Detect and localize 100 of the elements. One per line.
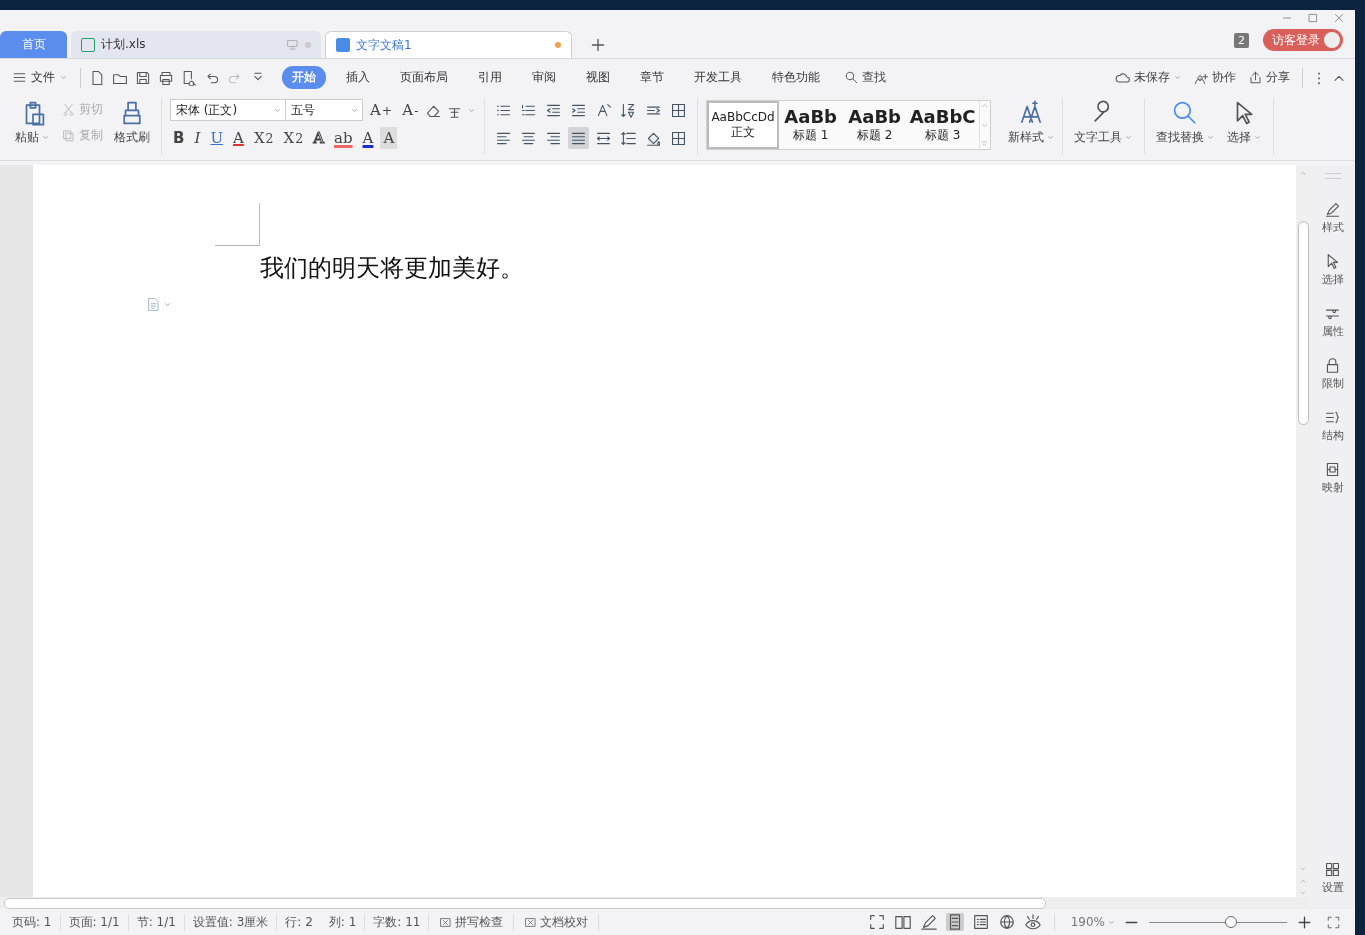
scissors-icon <box>61 101 76 117</box>
slider-thumb[interactable] <box>1224 916 1237 928</box>
document-tab[interactable]: 计划.xls <box>71 31 321 58</box>
ribbon-tab[interactable]: 引用 <box>468 66 512 89</box>
side-panel-button[interactable]: 限制 <box>1321 353 1344 405</box>
side-panel-button[interactable]: 映射 <box>1321 457 1344 509</box>
menu-icon <box>12 70 27 85</box>
style-preset[interactable]: AaBb 标题 1 <box>778 101 843 149</box>
status-text: 列: 1 <box>320 913 366 931</box>
line-spacing-icon[interactable] <box>620 129 638 147</box>
close-icon[interactable] <box>1333 12 1345 24</box>
text-tools-button[interactable]: 文字工具 <box>1070 98 1136 148</box>
scrollbar-thumb[interactable] <box>4 897 1046 909</box>
file-menu[interactable]: 文件 <box>8 69 72 86</box>
side-panel-button[interactable]: 属性 <box>1321 301 1344 353</box>
format-button[interactable]: A <box>310 127 327 149</box>
outline-view-icon[interactable] <box>971 913 990 931</box>
ribbon-tab[interactable]: 视图 <box>576 66 620 89</box>
format-button[interactable]: U <box>207 127 227 149</box>
bracket-list-icon <box>1324 409 1341 426</box>
status-text: 页面: 1/1 <box>60 913 129 931</box>
scroll-up-icon <box>1299 169 1307 177</box>
monitor-icon <box>286 38 299 51</box>
style-preset[interactable]: AaBbCcDd 正文 <box>707 101 779 149</box>
spreadsheet-file-icon <box>81 37 95 52</box>
frame-icon <box>1324 461 1341 478</box>
status-toggle[interactable]: 拼写检查 <box>429 913 515 931</box>
print-preview-icon[interactable] <box>181 69 197 86</box>
caret-icon <box>1045 133 1055 142</box>
book-icon[interactable] <box>893 913 912 931</box>
style-preset[interactable]: AaBb 标题 2 <box>842 101 907 149</box>
share-icon <box>1248 70 1263 85</box>
lock-icon <box>1324 357 1341 374</box>
zoom-dropdown[interactable]: 190% <box>1054 915 1124 929</box>
font-name-field[interactable]: 宋体 (正文) <box>170 99 286 121</box>
ribbon-tab[interactable]: 插入 <box>336 66 380 89</box>
ribbon-tab[interactable]: 页面布局 <box>390 66 458 89</box>
zoom-in-icon[interactable] <box>1297 914 1312 930</box>
document-file-icon <box>336 38 350 52</box>
format-button[interactable]: I <box>191 127 204 149</box>
login-button[interactable]: 访客登录 <box>1263 29 1343 51</box>
window-count-badge[interactable]: 2 <box>1234 32 1249 48</box>
eye-icon[interactable] <box>1023 913 1042 931</box>
caret-icon <box>1252 133 1262 142</box>
paste-button[interactable]: 粘贴 <box>12 98 53 148</box>
caret-icon <box>59 73 68 82</box>
new-document-icon[interactable] <box>89 69 105 86</box>
ribbon-tab[interactable]: 开发工具 <box>684 66 752 89</box>
checkbox-icon <box>439 915 453 929</box>
page-view-icon[interactable] <box>945 913 964 931</box>
scroll-down-icon <box>1299 865 1307 873</box>
margin-corner-mark <box>215 203 260 246</box>
pencil-icon[interactable] <box>919 913 938 931</box>
border-icon[interactable] <box>670 129 688 147</box>
globe-icon[interactable] <box>997 913 1016 931</box>
print-icon[interactable] <box>158 69 174 86</box>
status-text: 节: 1/1 <box>128 913 185 931</box>
share-button[interactable]: 分享 <box>1244 69 1294 86</box>
settings-button[interactable]: 设置 <box>1321 857 1344 909</box>
ribbon-tab[interactable]: 章节 <box>630 66 674 89</box>
horizontal-scrollbar[interactable] <box>0 897 1310 909</box>
caret-icon <box>41 133 50 142</box>
search-button[interactable]: 查找 <box>840 69 890 86</box>
status-toggle[interactable]: 文档校对 <box>514 913 600 931</box>
side-panel-button[interactable]: 样式 <box>1321 197 1344 249</box>
copy-icon <box>61 127 76 143</box>
format-button[interactable]: A <box>380 127 398 149</box>
side-panel-button[interactable]: 结构 <box>1321 405 1344 457</box>
fit-window-icon[interactable] <box>1326 914 1341 930</box>
status-text: 字数: 11 <box>365 913 430 931</box>
select-button[interactable]: 选择 <box>1223 98 1265 148</box>
caret-icon <box>163 300 172 309</box>
add-tab-icon[interactable] <box>590 36 606 53</box>
style-preset[interactable]: AaBbC 标题 3 <box>906 101 979 149</box>
paragraph-text: 我们的明天将更加美好。 <box>260 253 525 284</box>
caret-icon <box>1173 73 1182 82</box>
new-style-button[interactable]: 新样式 <box>1004 98 1058 148</box>
collaborate-button[interactable]: 协作 <box>1190 69 1240 86</box>
status-dot-icon <box>305 41 311 48</box>
status-text: 行: 2 <box>284 913 314 931</box>
scrollbar-thumb[interactable] <box>1297 221 1309 425</box>
format-button[interactable]: ab <box>331 127 356 149</box>
text-layout-icon[interactable] <box>595 101 613 119</box>
format-painter-button[interactable]: 格式刷 <box>111 98 153 148</box>
save-icon[interactable] <box>135 69 151 86</box>
format-button[interactable]: B <box>170 127 188 149</box>
save-status-button[interactable]: 未保存 <box>1111 69 1186 86</box>
ribbon-tab[interactable]: 特色功能 <box>762 66 830 89</box>
ribbon-tab[interactable]: 审阅 <box>522 66 566 89</box>
fullscreen-icon[interactable] <box>867 913 886 931</box>
search-icon <box>1172 100 1199 126</box>
font-size-field[interactable]: 五号 <box>285 99 363 121</box>
search-icon <box>844 70 859 85</box>
table-grid-icon[interactable] <box>670 101 688 119</box>
format-button[interactable]: A <box>230 127 247 149</box>
find-replace-button[interactable]: 查找替换 <box>1152 98 1218 148</box>
document-tab[interactable]: 文字文稿1 <box>325 31 572 58</box>
caret-icon <box>1123 133 1133 142</box>
side-panel-button[interactable]: 选择 <box>1321 249 1344 301</box>
format-button[interactable]: A <box>359 127 377 149</box>
